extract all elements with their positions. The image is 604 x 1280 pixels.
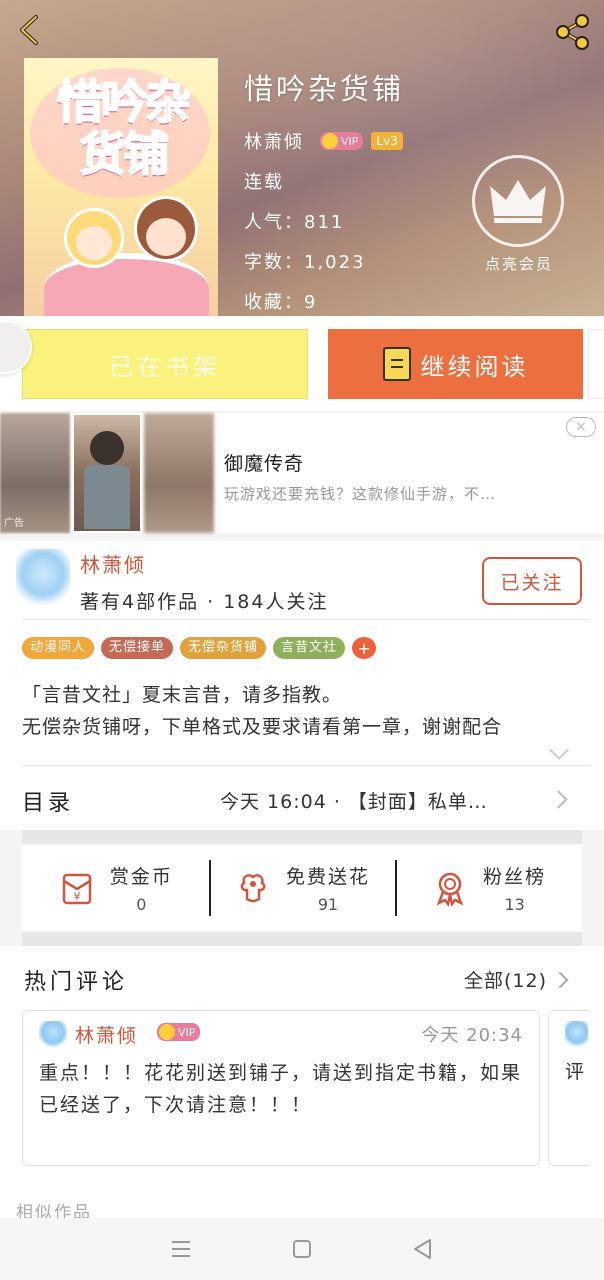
toc-label[interactable]: 目录: [22, 785, 74, 817]
comment-card[interactable]: 评: [548, 1010, 588, 1166]
chevron-right-icon[interactable]: [551, 971, 569, 989]
toc-latest-chapter[interactable]: 今天 16:04 · 【封面】私单…: [220, 787, 488, 814]
send-flower-button[interactable]: 免费送花 91: [208, 844, 396, 932]
author-name[interactable]: 林萧倾: [80, 549, 146, 578]
ad-banner[interactable]: 广告 御魔传奇 玩游戏还要充钱？这款修仙手游，不… ×: [0, 413, 604, 533]
book-title: 惜吟杂货铺: [244, 72, 405, 106]
book-icon: [382, 347, 411, 381]
author-name[interactable]: 林萧倾: [244, 128, 304, 154]
stat-label: 粉丝榜: [483, 866, 547, 888]
stat-value: 91: [317, 895, 339, 914]
chevron-down-icon[interactable]: [549, 740, 569, 760]
book-header: 惜吟杂货铺 惜吟杂货铺 林萧倾 VIP Lv3 连载 人气：811 字数：1,0…: [0, 0, 604, 316]
ad-title: 御魔传奇: [224, 453, 305, 475]
vip-badge: VIP: [320, 132, 364, 150]
tag[interactable]: 动漫同人: [22, 637, 95, 659]
stat-value: 13: [504, 895, 525, 914]
action-bar: 已在书架 继续阅读: [0, 316, 604, 411]
avatar[interactable]: [39, 1021, 67, 1049]
tag-list: 动漫同人 无偿接单 无偿杂货铺 言昔文社 +: [22, 637, 377, 659]
menu-icon[interactable]: [166, 1234, 196, 1264]
tag[interactable]: 无偿接单: [101, 637, 174, 659]
home-icon[interactable]: [287, 1234, 317, 1264]
status-text: 连载: [244, 172, 284, 193]
intro-line: 「言昔文社」夏末言昔，请多指教。: [22, 684, 343, 706]
favorites-text: 收藏：9: [244, 292, 318, 313]
word-count-text: 字数：1,023: [244, 252, 366, 273]
cover-title-art: 惜吟杂货铺: [56, 75, 192, 181]
cover-character-face: [146, 218, 186, 256]
back-icon[interactable]: [12, 12, 48, 48]
on-shelf-button[interactable]: 已在书架: [22, 329, 308, 399]
crown-circle: [472, 155, 564, 247]
book-intro[interactable]: 「言昔文社」夏末言昔，请多指教。 无偿杂货铺呀，下单格式及要求请看第一章，谢谢配…: [22, 679, 578, 743]
comment-card[interactable]: 林萧倾 VIP 今天 20:34 重点！！！花花别送到铺子，请送到指定书籍，如果…: [22, 1010, 540, 1166]
book-cover[interactable]: 惜吟杂货铺: [24, 58, 218, 316]
fan-ranking-button[interactable]: 粉丝榜 13: [395, 844, 582, 932]
add-tag-button[interactable]: +: [352, 637, 377, 659]
reward-coin-icon: ¥: [62, 873, 92, 905]
ad-tag: 广告: [4, 518, 24, 529]
popularity-text: 人气：811: [244, 212, 345, 233]
system-nav-bar: [0, 1218, 604, 1280]
close-icon[interactable]: ×: [566, 417, 596, 437]
flower-icon: [240, 874, 266, 903]
author-stats: 著有4部作品 · 184人关注: [80, 591, 329, 613]
tag[interactable]: 言昔文社: [273, 637, 346, 659]
continue-reading-button[interactable]: 继续阅读: [328, 329, 583, 399]
stat-label: 免费送花: [286, 866, 371, 888]
section-gap: [22, 830, 582, 844]
cover-character-face: [76, 226, 112, 260]
stat-label: 赏金币: [109, 866, 173, 888]
comment-author[interactable]: 林萧倾: [75, 1021, 138, 1048]
vip-label: VIP: [341, 134, 359, 148]
comment-time: 今天 20:34: [421, 1025, 523, 1046]
comment-text: 评: [565, 1061, 585, 1083]
share-icon[interactable]: [552, 12, 592, 52]
back-triangle-icon[interactable]: [408, 1234, 438, 1264]
vip-label: VIP: [178, 1025, 196, 1039]
all-comments-link[interactable]: 全部(12): [464, 966, 547, 993]
chevron-right-icon[interactable]: [549, 790, 568, 809]
tag[interactable]: 无偿杂货铺: [180, 637, 267, 659]
continue-reading-label: 继续阅读: [420, 352, 529, 381]
ad-image: [144, 413, 214, 533]
svg-text:¥: ¥: [73, 890, 80, 903]
side-panel-edge: [588, 329, 604, 399]
hot-comments-section: 热门评论 全部(12) 林萧倾 VIP 今天 20:34 重点！！！花花别送到铺…: [0, 946, 604, 1223]
intro-line: 无偿杂货铺呀，下单格式及要求请看第一章，谢谢配合: [22, 716, 503, 738]
author-row: 林萧倾 VIP Lv3: [244, 128, 404, 154]
level-badge: Lv3: [371, 132, 403, 150]
member-label: 点亮会员: [484, 255, 553, 273]
vip-badge: VIP: [157, 1023, 201, 1041]
avatar[interactable]: [16, 549, 70, 611]
crown-icon: [322, 133, 338, 149]
divider: [22, 619, 590, 620]
cover-cake: [44, 253, 209, 316]
member-button[interactable]: 点亮会员: [472, 155, 566, 274]
ad-person-body: [84, 465, 130, 529]
follow-button[interactable]: 已关注: [482, 557, 582, 605]
ad-person-head: [90, 431, 124, 465]
avatar: [565, 1021, 588, 1049]
ad-description: 玩游戏还要充钱？这款修仙手游，不…: [224, 485, 497, 503]
crown-icon: [490, 180, 546, 223]
stat-value: 0: [136, 895, 147, 914]
stats-bar: ¥ 赏金币 0 免费送花 91 粉丝榜 13: [22, 844, 582, 932]
medal-icon: [436, 872, 464, 907]
book-info: 惜吟杂货铺 林萧倾 VIP Lv3 连载 人气：811 字数：1,023 收藏：…: [244, 66, 404, 316]
reward-coin-button[interactable]: ¥ 赏金币 0: [22, 844, 209, 932]
section-gap: [22, 932, 582, 946]
comment-text: 重点！！！花花别送到铺子，请送到指定书籍，如果已经送了，下次请注意！！！: [39, 1062, 523, 1116]
author-section: 林萧倾 著有4部作品 · 184人关注 已关注 动漫同人 无偿接单 无偿杂货铺 …: [0, 541, 604, 830]
crown-icon: [159, 1024, 175, 1040]
divider: [22, 765, 590, 766]
hot-comments-title: 热门评论: [24, 970, 129, 995]
